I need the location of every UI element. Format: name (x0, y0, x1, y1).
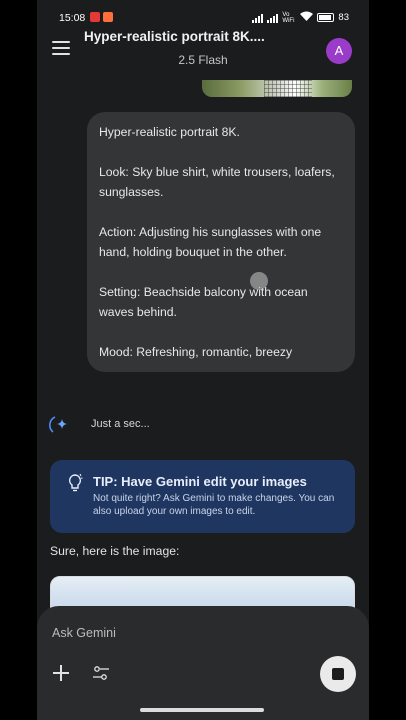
model-label[interactable]: 2.5 Flash (37, 53, 369, 67)
notification-icon (103, 12, 113, 22)
prompt-line: Look: Sky blue shirt, white trousers, lo… (99, 165, 335, 199)
plus-icon[interactable] (52, 664, 70, 682)
avatar[interactable]: A (326, 38, 352, 64)
user-prompt-bubble: Hyper-realistic portrait 8K. Look: Sky b… (87, 112, 355, 372)
battery-icon (317, 13, 335, 22)
input-panel: Ask Gemini (37, 606, 369, 720)
chat-title[interactable]: Hyper-realistic portrait 8K.... (84, 29, 316, 44)
clock: 15:08 (59, 12, 86, 24)
prompt-line: Setting: Beachside balcony with ocean wa… (99, 285, 308, 319)
wifi-icon (300, 11, 314, 24)
thinking-label: Just a sec... (91, 418, 150, 430)
status-bar: 15:08 Vo WiFi 83 (37, 0, 369, 26)
gemini-spark-icon (49, 416, 67, 433)
ask-input[interactable]: Ask Gemini (52, 626, 116, 640)
gemini-app-screen: 15:08 Vo WiFi 83 Hyper-realistic portrai… (37, 0, 369, 720)
battery-level: 83 (338, 12, 349, 23)
signal-icon (267, 13, 279, 23)
stop-icon (332, 668, 344, 680)
thinking-indicator: Just a sec... (49, 413, 209, 435)
previous-generated-image[interactable] (202, 80, 352, 97)
tip-title: TIP: Have Gemini edit your images (93, 474, 307, 489)
prompt-line: Mood: Refreshing, romantic, breezy (99, 345, 293, 359)
app-header: Hyper-realistic portrait 8K.... 2.5 Flas… (37, 26, 369, 74)
notification-icon (90, 12, 100, 22)
sliders-icon[interactable] (92, 665, 110, 681)
tip-body: Not quite right? Ask Gemini to make chan… (93, 493, 335, 517)
lightbulb-icon (68, 473, 83, 492)
stop-button[interactable] (320, 656, 356, 692)
status-icons: Vo WiFi 83 (252, 11, 349, 24)
home-indicator[interactable] (140, 708, 264, 712)
signal-icon (252, 13, 264, 23)
tip-card[interactable]: TIP: Have Gemini edit your images Not qu… (50, 460, 355, 533)
volte-label: Vo WiFi (282, 11, 295, 24)
prompt-line: Action: Adjusting his sunglasses with on… (99, 225, 322, 259)
response-text: Sure, here is the image: (50, 544, 180, 558)
touch-indicator (250, 272, 268, 290)
prompt-line: Hyper-realistic portrait 8K. (99, 125, 240, 139)
